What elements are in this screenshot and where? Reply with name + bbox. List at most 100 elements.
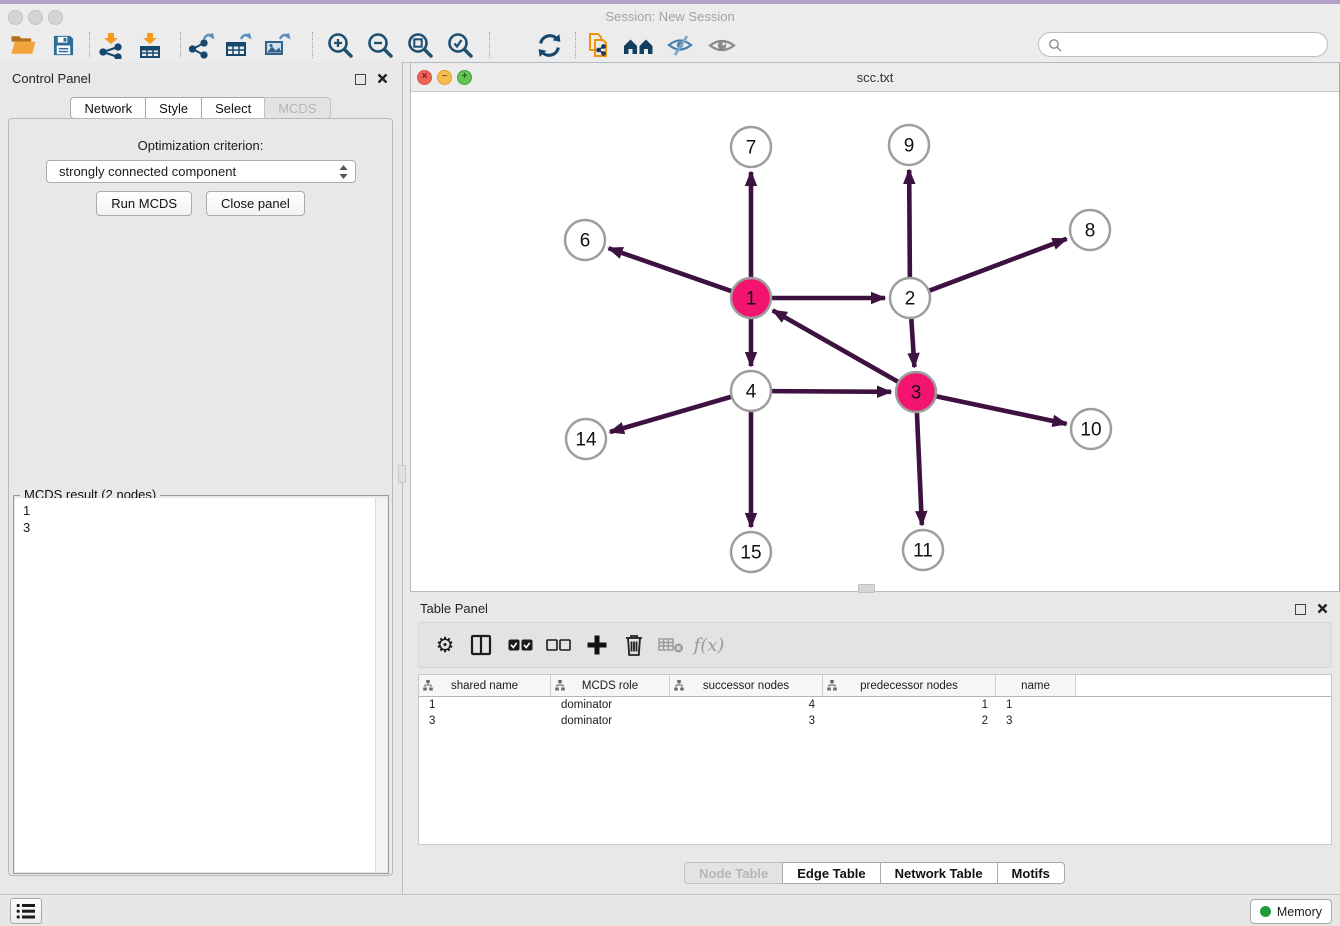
tab-network-table[interactable]: Network Table: [880, 862, 998, 884]
tab-network[interactable]: Network: [70, 97, 146, 119]
table-cell[interactable]: 3: [419, 715, 551, 727]
list-icon: [16, 903, 36, 920]
table-panel: Table Panel ⚙ f(x): [410, 596, 1340, 894]
main-titlebar[interactable]: Session: New Session: [0, 4, 1340, 29]
close-panel-button[interactable]: Close panel: [206, 191, 305, 216]
result-scrollbar[interactable]: [375, 498, 387, 872]
zoom-fit-icon[interactable]: [404, 30, 436, 60]
graph-node-label-10: 10: [1080, 420, 1101, 441]
table-cell[interactable]: 3: [996, 715, 1076, 727]
window-title: Session: New Session: [0, 9, 1340, 24]
table-panel-title: Table Panel: [420, 601, 488, 616]
memory-button[interactable]: Memory: [1250, 899, 1332, 924]
table-row[interactable]: 1dominator411: [419, 697, 1331, 713]
select-all-checkboxes-icon[interactable]: [503, 623, 537, 667]
network-window-title: scc.txt: [411, 70, 1339, 85]
tab-select[interactable]: Select: [201, 97, 265, 119]
graph-edge-2-3[interactable]: [911, 319, 914, 367]
function-builder-icon[interactable]: f(x): [692, 623, 726, 667]
table-cell[interactable]: 3: [670, 715, 823, 727]
main-toolbar: [0, 28, 1340, 63]
deselect-all-checkboxes-icon[interactable]: [541, 623, 575, 667]
network-canvas[interactable]: 7961284314101511: [411, 92, 1339, 591]
criterion-dropdown[interactable]: strongly connected component: [46, 160, 356, 183]
table-cell[interactable]: dominator: [551, 715, 670, 727]
gear-icon[interactable]: ⚙: [428, 623, 462, 667]
table-toolbar: ⚙ f(x): [418, 622, 1332, 668]
column-header-name[interactable]: name: [996, 675, 1076, 696]
home-view-icon[interactable]: [622, 30, 654, 60]
network-view-window[interactable]: × − + scc.txt 7961284314101511: [410, 62, 1340, 592]
float-panel-icon[interactable]: [355, 74, 366, 85]
delete-table-icon[interactable]: [654, 623, 688, 667]
table-float-panel-icon[interactable]: [1295, 604, 1306, 615]
table-close-panel-icon[interactable]: [1317, 603, 1328, 614]
column-header-successor-nodes[interactable]: successor nodes: [670, 675, 823, 696]
column-header-label: shared name: [451, 680, 518, 692]
hide-graphics-details-icon[interactable]: [664, 30, 696, 60]
zoom-out-icon[interactable]: [364, 30, 396, 60]
graph-node-label-4: 4: [746, 382, 757, 403]
node-table: shared name MCDS rolesuccessor nodes prede…: [418, 674, 1332, 845]
status-bar: Memory: [0, 894, 1340, 926]
export-image-icon[interactable]: [262, 30, 294, 60]
hierarchy-icon: [674, 680, 684, 694]
search-input[interactable]: [1067, 37, 1327, 53]
show-graphics-details-icon[interactable]: [706, 30, 738, 60]
run-mcds-button[interactable]: Run MCDS: [96, 191, 192, 216]
graph-edge-3-11[interactable]: [917, 413, 922, 525]
clone-network-icon[interactable]: [582, 30, 614, 60]
network-window-titlebar[interactable]: × − + scc.txt: [411, 63, 1339, 92]
column-header-predecessor-nodes[interactable]: predecessor nodes: [823, 675, 996, 696]
search-box[interactable]: [1038, 32, 1328, 57]
vertical-splitter-grip[interactable]: [398, 465, 406, 483]
column-header-MCDS-role[interactable]: MCDS role: [551, 675, 670, 696]
export-table-icon[interactable]: [223, 30, 255, 60]
task-history-button[interactable]: [10, 898, 42, 924]
split-columns-icon[interactable]: [464, 623, 498, 667]
tab-node-table[interactable]: Node Table: [684, 862, 783, 884]
table-cell[interactable]: dominator: [551, 699, 670, 711]
tab-edge-table[interactable]: Edge Table: [782, 862, 880, 884]
open-session-icon[interactable]: [7, 30, 39, 60]
import-network-icon[interactable]: [95, 30, 127, 60]
table-cell[interactable]: 1: [996, 699, 1076, 711]
table-cell[interactable]: 2: [823, 715, 996, 727]
mcds-result-text[interactable]: 1 3: [15, 498, 387, 872]
tab-mcds[interactable]: MCDS: [264, 97, 330, 119]
table-cell[interactable]: 4: [670, 699, 823, 711]
export-network-icon[interactable]: [186, 30, 218, 60]
graph-edge-1-6[interactable]: [609, 248, 732, 291]
graph-edge-4-3[interactable]: [772, 391, 891, 392]
close-panel-icon[interactable]: [377, 73, 388, 84]
graph-edge-2-9[interactable]: [909, 170, 910, 277]
table-cell[interactable]: 1: [419, 699, 551, 711]
horizontal-splitter-grip[interactable]: [858, 584, 875, 593]
graph-edge-4-14[interactable]: [610, 397, 731, 432]
table-panel-tabs: Node Table Edge Table Network Table Moti…: [410, 862, 1340, 884]
table-header-row: shared name MCDS rolesuccessor nodes prede…: [419, 675, 1331, 697]
zoom-in-icon[interactable]: [324, 30, 356, 60]
mcds-panel: Optimization criterion: strongly connect…: [8, 118, 393, 876]
save-session-icon[interactable]: [47, 30, 79, 60]
tab-style[interactable]: Style: [145, 97, 202, 119]
delete-column-icon[interactable]: [617, 623, 651, 667]
table-row[interactable]: 3dominator323: [419, 713, 1331, 729]
import-table-icon[interactable]: [134, 30, 166, 60]
graph-edge-3-1[interactable]: [773, 310, 898, 381]
column-header-label: predecessor nodes: [860, 680, 958, 692]
add-column-icon[interactable]: [580, 623, 614, 667]
zoom-selected-icon[interactable]: [444, 30, 476, 60]
memory-label: Memory: [1277, 905, 1322, 919]
control-panel-title: Control Panel: [12, 71, 91, 86]
column-header-shared-name[interactable]: shared name: [419, 675, 551, 696]
graph-node-label-3: 3: [911, 383, 922, 404]
toolbar-separator: [489, 32, 490, 58]
graph-edge-2-8[interactable]: [930, 239, 1067, 291]
toolbar-separator: [575, 32, 576, 58]
refresh-layout-icon[interactable]: [533, 30, 565, 60]
graph-edge-3-10[interactable]: [937, 396, 1067, 423]
memory-status-icon: [1260, 906, 1271, 917]
tab-motifs[interactable]: Motifs: [997, 862, 1065, 884]
table-cell[interactable]: 1: [823, 699, 996, 711]
